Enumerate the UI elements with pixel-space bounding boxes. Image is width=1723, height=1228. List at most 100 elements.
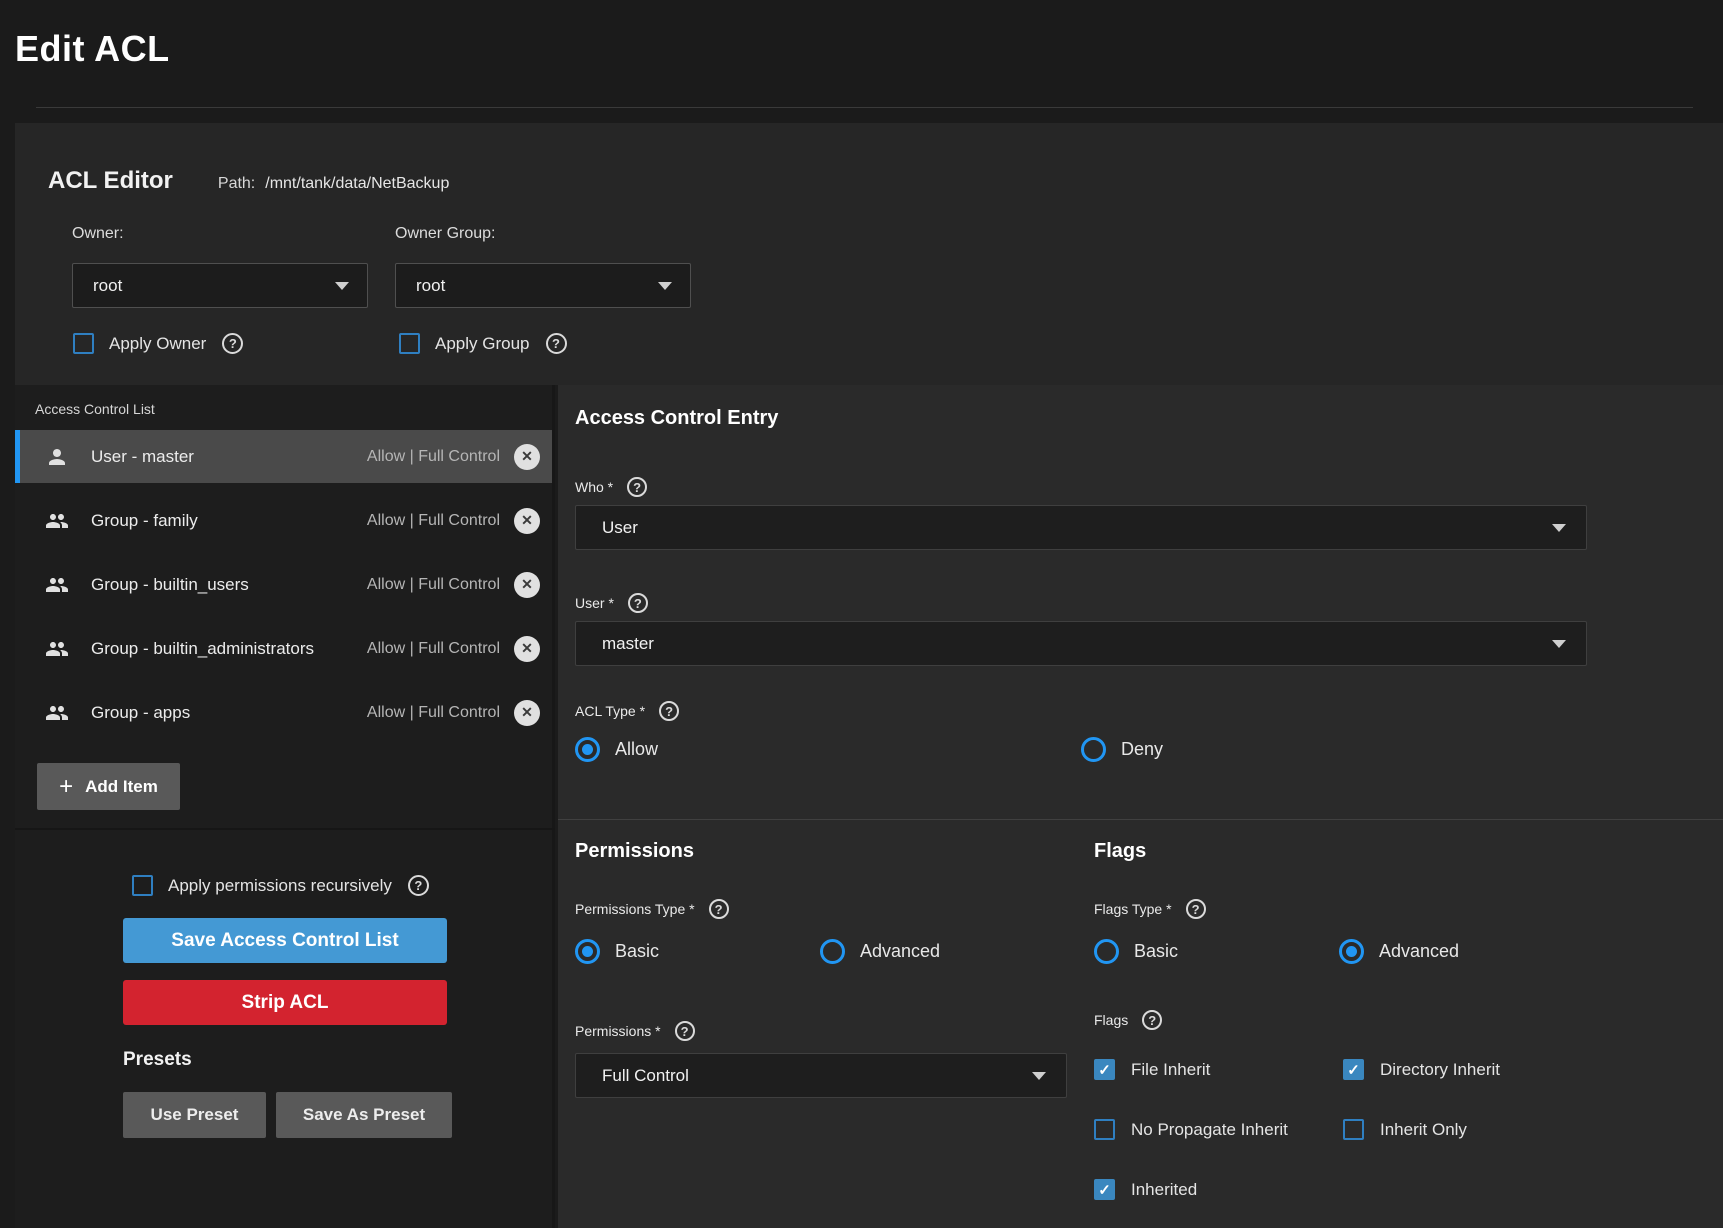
help-icon[interactable] [1186,899,1206,919]
acl-item-meta: Allow | Full Control [367,448,500,466]
add-item-button[interactable]: Add Item [37,763,180,810]
remove-entry-icon[interactable] [514,508,540,534]
plus-icon [59,775,73,799]
acl-list: User - master Allow | Full Control Group… [15,430,552,750]
chevron-down-icon [658,282,672,290]
acl-item-label: Group - builtin_administrators [91,639,367,659]
acl-editor-title: ACL Editor [48,167,173,195]
apply-recursive-checkbox[interactable] [132,875,153,896]
flags-label-row: Flags [1094,1010,1709,1030]
chevron-down-icon [335,282,349,290]
flag-label: Directory Inherit [1380,1060,1500,1080]
add-item-label: Add Item [85,777,158,797]
chevron-down-icon [1552,524,1566,532]
flag-directory-inherit[interactable]: Directory Inherit [1343,1059,1592,1080]
owner-select[interactable]: root [72,263,368,308]
acl-list-item[interactable]: User - master Allow | Full Control [15,430,552,483]
permissions-advanced-radio[interactable]: Advanced [820,939,940,964]
help-icon[interactable] [1142,1010,1162,1030]
acl-list-panel: Access Control List User - master Allow … [15,385,555,1228]
who-select-value: User [602,518,1552,538]
acl-type-deny-radio[interactable]: Deny [1081,737,1163,762]
apply-owner-label: Apply Owner [109,334,206,354]
permissions-select[interactable]: Full Control [575,1053,1067,1098]
save-acl-button[interactable]: Save Access Control List [123,918,447,963]
flags-type-label-row: Flags Type * [1094,899,1709,919]
remove-entry-icon[interactable] [514,700,540,726]
flag-label: Inherited [1131,1180,1197,1200]
acl-item-label: User - master [91,447,367,467]
remove-entry-icon[interactable] [514,444,540,470]
apply-group-checkbox[interactable] [399,333,420,354]
user-icon [45,445,69,469]
access-control-entry-panel: Access Control Entry Who * User User * m… [558,385,1723,1228]
help-icon[interactable] [222,333,243,354]
acl-list-item[interactable]: Group - builtin_administrators Allow | F… [15,622,552,675]
acl-item-label: Group - builtin_users [91,575,367,595]
acl-item-label: Group - family [91,511,367,531]
path-label: Path: [218,175,255,193]
acl-list-item[interactable]: Group - builtin_users Allow | Full Contr… [15,558,552,611]
ace-title: Access Control Entry [575,407,778,430]
radio-unchecked-icon [820,939,845,964]
permissions-label-row: Permissions * [575,1021,1075,1041]
flags-type-radio-group: Basic Advanced [1094,939,1709,964]
header-divider [36,107,1693,108]
radio-label: Deny [1121,739,1163,760]
radio-label: Advanced [1379,941,1459,962]
help-icon[interactable] [627,477,647,497]
acl-editor-header: ACL Editor Path: /mnt/tank/data/NetBacku… [48,167,449,195]
help-icon[interactable] [659,701,679,721]
acl-list-item[interactable]: Group - apps Allow | Full Control [15,686,552,739]
radio-label: Basic [1134,941,1178,962]
flags-label: Flags [1094,1012,1128,1028]
permissions-select-value: Full Control [602,1066,1032,1086]
acl-type-allow-radio[interactable]: Allow [575,737,1081,762]
who-label: Who * [575,479,613,495]
apply-group-row: Apply Group [399,333,567,354]
help-icon[interactable] [709,899,729,919]
radio-unchecked-icon [1094,939,1119,964]
permissions-basic-radio[interactable]: Basic [575,939,820,964]
user-select-value: master [602,634,1552,654]
flag-inherit-only[interactable]: Inherit Only [1343,1119,1592,1140]
owner-select-value: root [93,276,335,296]
help-icon[interactable] [628,593,648,613]
apply-recursive-row: Apply permissions recursively [132,875,429,896]
remove-entry-icon[interactable] [514,636,540,662]
apply-group-label: Apply Group [435,334,530,354]
checkbox-checked-icon [1343,1059,1364,1080]
checkbox-checked-icon [1094,1059,1115,1080]
permissions-label: Permissions * [575,1023,661,1039]
flag-inherited[interactable]: Inherited [1094,1179,1343,1200]
apply-owner-row: Apply Owner [73,333,243,354]
save-as-preset-button[interactable]: Save As Preset [276,1092,452,1138]
apply-recursive-label: Apply permissions recursively [168,876,392,896]
permissions-section: Permissions Permissions Type * Basic Adv… [575,835,1075,1098]
acl-type-label-row: ACL Type * [575,701,679,721]
flag-no-propagate-inherit[interactable]: No Propagate Inherit [1094,1119,1343,1140]
flag-label: No Propagate Inherit [1131,1120,1288,1140]
acl-item-meta: Allow | Full Control [367,704,500,722]
acl-list-item[interactable]: Group - family Allow | Full Control [15,494,552,547]
flags-advanced-radio[interactable]: Advanced [1339,939,1459,964]
apply-owner-checkbox[interactable] [73,333,94,354]
remove-entry-icon[interactable] [514,572,540,598]
flags-basic-radio[interactable]: Basic [1094,939,1339,964]
acl-item-label: Group - apps [91,703,367,723]
radio-label: Basic [615,941,659,962]
checkbox-unchecked-icon [1343,1119,1364,1140]
who-select[interactable]: User [575,505,1587,550]
help-icon[interactable] [408,875,429,896]
strip-acl-button[interactable]: Strip ACL [123,980,447,1025]
page-header: Edit ACL [0,0,1723,108]
help-icon[interactable] [675,1021,695,1041]
use-preset-button[interactable]: Use Preset [123,1092,266,1138]
user-select[interactable]: master [575,621,1587,666]
help-icon[interactable] [546,333,567,354]
flag-file-inherit[interactable]: File Inherit [1094,1059,1343,1080]
owner-group-select[interactable]: root [395,263,691,308]
acl-list-title: Access Control List [35,401,155,417]
radio-checked-icon [1339,939,1364,964]
acl-item-meta: Allow | Full Control [367,576,500,594]
